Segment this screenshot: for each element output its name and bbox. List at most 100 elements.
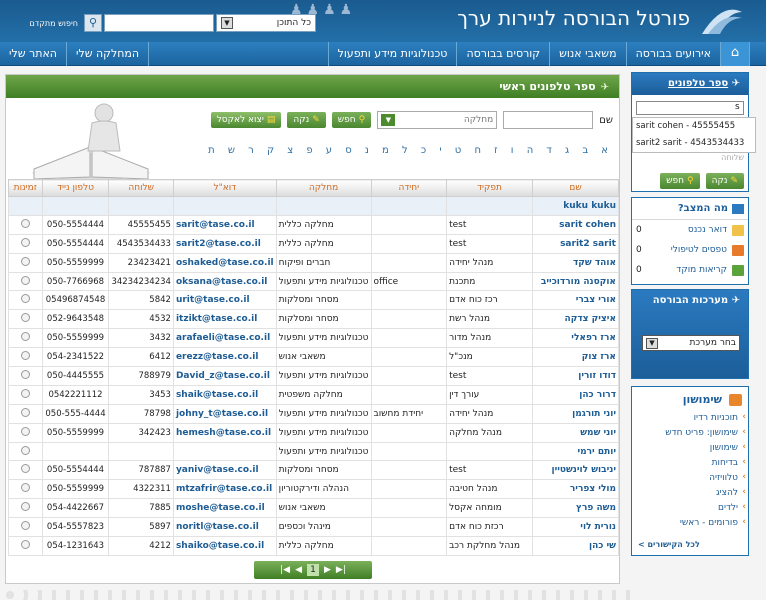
- email-cell[interactable]: urit@tase.co.il: [172, 290, 277, 311]
- last-page-icon[interactable]: ▶|: [336, 565, 346, 575]
- name-cell[interactable]: sarit cohen: [532, 214, 619, 235]
- table-row[interactable]: kuku kuku: [8, 196, 619, 216]
- availability-radio[interactable]: [20, 521, 30, 531]
- search-icon[interactable]: ⚲: [84, 14, 102, 32]
- table-row[interactable]: נורית לוי רכזת כוח אדם מינהל וכספים noritl@…: [8, 517, 619, 538]
- prev-page-icon[interactable]: ◀: [295, 565, 302, 575]
- phone-search-input[interactable]: s: [636, 101, 744, 115]
- table-row[interactable]: אורי צברי רכז כוח אדם מסחר ומסלקות urit@tas…: [8, 290, 619, 311]
- status-row-forms[interactable]: טפסים לטיפולי 0: [632, 240, 748, 260]
- suggestion-item[interactable]: sarit cohen - 45555455: [633, 118, 755, 135]
- table-row[interactable]: sarit cohen test מחלקה כללית sarit@tase.co.…: [8, 214, 619, 235]
- table-row[interactable]: ארז רפאלי מנהל מדור טכנולוגיות מידע ותפעול…: [8, 328, 619, 349]
- current-page[interactable]: 1: [307, 564, 319, 576]
- nav-item-it[interactable]: טכנולוגיות מידע ותפעול: [327, 41, 457, 66]
- email-cell[interactable]: mtzafrir@tase.co.il: [172, 479, 277, 500]
- email-cell[interactable]: noritl@tase.co.il: [172, 517, 277, 538]
- name-cell[interactable]: kuku kuku: [532, 196, 619, 216]
- table-row[interactable]: שי כהן מנהל מחלקת רכב מחלקה כללית shaiko@ta…: [8, 536, 619, 556]
- name-cell[interactable]: אוקסנה מורדוכייב: [532, 271, 619, 292]
- search-scope-select[interactable]: כל התוכן ▼: [216, 14, 316, 32]
- name-cell[interactable]: אורי צברי: [532, 290, 619, 311]
- column-header[interactable]: זמינות: [8, 179, 43, 197]
- table-row[interactable]: יוני תורגמן מנהל יחידה יחידת מחשוב טכנולוגי…: [8, 403, 619, 424]
- email-cell[interactable]: itzikt@tase.co.il: [172, 309, 277, 330]
- email-cell[interactable]: hemesh@tase.co.il: [172, 422, 277, 443]
- dept-select[interactable]: מחלקה ▼: [377, 111, 498, 129]
- email-cell[interactable]: yaniv@tase.co.il: [172, 460, 277, 481]
- table-row[interactable]: איציק צדקה מנהל רשת מסחר ומסלקות itzikt@tas…: [8, 309, 619, 330]
- availability-radio[interactable]: [20, 275, 30, 285]
- availability-radio[interactable]: [20, 351, 30, 361]
- name-cell[interactable]: משה פרץ: [532, 498, 619, 519]
- availability-radio[interactable]: [20, 426, 30, 436]
- letter-index[interactable]: א ב ג ד ה ו ז ח ט י כ ל מ נ ס ע פ צ ק ר …: [208, 145, 613, 156]
- table-row[interactable]: יותם ירמי טכנולוגיות מידע ותפעול: [8, 441, 619, 462]
- availability-radio[interactable]: [20, 539, 30, 549]
- column-header[interactable]: יחידה: [370, 179, 448, 197]
- useful-link[interactable]: טלוויזיה: [632, 472, 748, 488]
- email-cell[interactable]: moshe@tase.co.il: [172, 498, 277, 519]
- name-cell[interactable]: sarit2 sarit: [532, 233, 619, 254]
- clear-button[interactable]: ✎נקה: [287, 112, 326, 128]
- column-header[interactable]: דוא"ל: [172, 179, 277, 197]
- status-row-mail[interactable]: דואר נכנס 0: [632, 220, 748, 240]
- availability-radio[interactable]: [20, 388, 30, 398]
- email-cell[interactable]: oshaked@tase.co.il: [172, 252, 277, 273]
- name-cell[interactable]: מולי צפריר: [532, 479, 619, 500]
- name-cell[interactable]: יוני תורגמן: [532, 403, 619, 424]
- availability-radio[interactable]: [20, 332, 30, 342]
- name-cell[interactable]: שי כהן: [532, 536, 619, 556]
- useful-link[interactable]: ילדים: [632, 502, 748, 518]
- email-cell[interactable]: sarit@tase.co.il: [172, 214, 277, 235]
- table-row[interactable]: ארז צוק מנכ"ל משאבי אנוש erezz@tase.co.il 64…: [8, 347, 619, 368]
- email-cell[interactable]: sarit2@tase.co.il: [172, 233, 277, 254]
- useful-link[interactable]: שימושון: פריט חדש: [632, 427, 748, 443]
- table-row[interactable]: דודו זורין test טכנולוגיות מידע ותפעול Davi…: [8, 366, 619, 386]
- availability-radio[interactable]: [20, 294, 30, 304]
- availability-radio[interactable]: [20, 464, 30, 474]
- availability-radio[interactable]: [20, 369, 30, 379]
- table-row[interactable]: מולי צפריר מנהל חטיבה הנהלה ודירקטוריון mtz…: [8, 479, 619, 500]
- suggestion-item[interactable]: sarit2 sarit - 4543534433: [633, 135, 755, 152]
- availability-radio[interactable]: [20, 237, 30, 247]
- column-header[interactable]: תפקיד: [446, 179, 534, 197]
- nav-item-courses[interactable]: קורסים בבורסה: [456, 41, 549, 66]
- name-cell[interactable]: יותם ירמי: [532, 441, 619, 462]
- home-icon[interactable]: ⌂: [720, 41, 750, 66]
- table-row[interactable]: אוהד שקד מנהל יחידה חברים ופיקוח oshaked@ta…: [8, 252, 619, 273]
- useful-link[interactable]: בדיחות: [632, 457, 748, 473]
- name-cell[interactable]: ארז רפאלי: [532, 328, 619, 349]
- availability-radio[interactable]: [20, 483, 30, 493]
- availability-radio[interactable]: [20, 256, 30, 266]
- column-header[interactable]: טלפון נייד: [41, 179, 110, 197]
- availability-radio[interactable]: [20, 502, 30, 512]
- widget-clear-button[interactable]: ✎נקה: [705, 173, 744, 189]
- useful-link[interactable]: שימושון: [632, 442, 748, 458]
- name-cell[interactable]: דודו זורין: [532, 366, 619, 386]
- email-cell[interactable]: arafaeli@tase.co.il: [172, 328, 277, 349]
- table-row[interactable]: משה פרץ מומחה אקסל משאבי אנוש moshe@tase.co…: [8, 498, 619, 519]
- next-page-icon[interactable]: ▶: [324, 565, 331, 575]
- phonebook-widget-title[interactable]: ספר טלפונים: [668, 78, 728, 89]
- name-cell[interactable]: איציק צדקה: [532, 309, 619, 330]
- nav-item-my-dept[interactable]: המחלקה שלי: [67, 41, 150, 66]
- nav-item-events[interactable]: אירועים בבורסה: [625, 41, 720, 66]
- useful-link[interactable]: פורומים - ראשי: [632, 517, 748, 533]
- search-input[interactable]: [104, 14, 214, 32]
- email-cell[interactable]: shaik@tase.co.il: [172, 384, 277, 405]
- nav-item-my-site[interactable]: האתר שלי: [0, 41, 67, 66]
- name-cell[interactable]: ארז צוק: [532, 347, 619, 368]
- first-page-icon[interactable]: |◀: [280, 565, 290, 575]
- availability-radio[interactable]: [20, 407, 30, 417]
- email-cell[interactable]: erezz@tase.co.il: [172, 347, 277, 368]
- name-input[interactable]: [503, 111, 594, 129]
- column-header[interactable]: שם: [532, 179, 619, 197]
- email-cell[interactable]: johny_t@tase.co.il: [172, 403, 277, 424]
- useful-link[interactable]: תוכניות רדיו: [632, 412, 748, 428]
- table-row[interactable]: sarit2 sarit test מחלקה כללית sarit2@tase.c…: [8, 233, 619, 254]
- nav-item-hr[interactable]: משאבי אנוש: [549, 41, 625, 66]
- export-excel-button[interactable]: ▤יצוא לאקסל: [210, 112, 282, 128]
- status-row-calls[interactable]: קריאות מוקד 0: [632, 260, 748, 280]
- widget-search-button[interactable]: ⚲חפש: [660, 173, 700, 189]
